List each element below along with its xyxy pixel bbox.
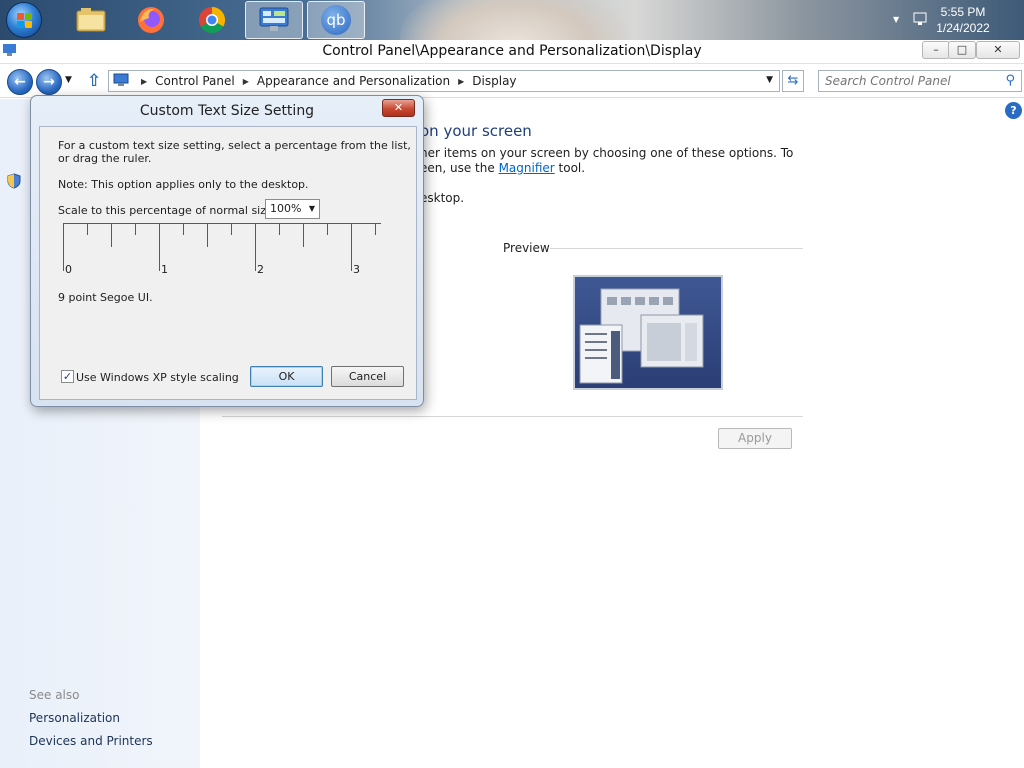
wallpaper-face — [400, 0, 630, 40]
back-button[interactable]: ← — [7, 69, 33, 95]
ruler-minor-tick — [135, 223, 136, 235]
close-button[interactable]: ✕ — [976, 41, 1020, 59]
taskbar: qb ▼ 5:55 PM 1/24/2022 — [0, 0, 1024, 40]
ruler-minor-tick — [207, 223, 208, 247]
ruler-minor-tick — [327, 223, 328, 235]
description-line-2-text: een, use the — [420, 161, 499, 175]
description-line-2: een, use the Magnifier tool. — [420, 161, 585, 175]
tray-expand-icon[interactable]: ▼ — [893, 15, 899, 24]
window-titlebar: Control Panel\Appearance and Personaliza… — [0, 40, 1024, 64]
preview-divider — [550, 248, 803, 249]
breadcrumb-arrow-icon[interactable]: ▶ — [458, 77, 464, 86]
ok-button[interactable]: OK — [250, 366, 323, 387]
help-icon[interactable]: ? — [1005, 102, 1022, 119]
ruler-minor-tick — [87, 223, 88, 235]
ruler-number-3: 3 — [353, 263, 360, 276]
xp-scaling-label[interactable]: Use Windows XP style scaling — [76, 371, 239, 384]
see-also-heading: See also — [29, 688, 80, 702]
breadcrumb-control-panel[interactable]: Control Panel — [155, 74, 235, 88]
ruler-number-1: 1 — [161, 263, 168, 276]
qbittorrent-icon: qb — [321, 5, 351, 35]
search-icon[interactable]: ⚲ — [1005, 73, 1015, 88]
refresh-button[interactable]: ⇆ — [782, 70, 804, 92]
qbittorrent-icon-label: qb — [326, 11, 346, 29]
navigation-bar: ← → ▼ ⇧ ▶ Control Panel ▶ Appearance and… — [0, 64, 1024, 98]
start-button[interactable] — [6, 2, 42, 38]
taskbar-firefox[interactable] — [122, 1, 180, 39]
address-dropdown-icon[interactable]: ▼ — [766, 75, 773, 85]
cancel-button[interactable]: Cancel — [331, 366, 404, 387]
address-bar[interactable]: ▶ Control Panel ▶ Appearance and Persona… — [108, 70, 780, 92]
checkmark-icon: ✓ — [62, 370, 73, 383]
xp-scaling-checkbox[interactable]: ✓ — [61, 370, 74, 383]
taskbar-file-explorer[interactable] — [62, 1, 120, 39]
page-heading: on your screen — [420, 122, 532, 140]
breadcrumb-display[interactable]: Display — [472, 74, 516, 88]
scale-ruler[interactable]: 0 1 2 3 — [63, 223, 383, 276]
network-icon[interactable] — [913, 12, 929, 29]
chrome-icon — [198, 6, 226, 34]
ruler-minor-tick — [183, 223, 184, 235]
dialog-close-button[interactable]: ✕ — [382, 99, 415, 117]
recent-pages-chevron-icon[interactable]: ▼ — [65, 75, 72, 85]
apply-button[interactable]: Apply — [718, 428, 792, 449]
font-size-info: 9 point Segoe UI. — [58, 291, 153, 304]
breadcrumb-appearance[interactable]: Appearance and Personalization — [257, 74, 450, 88]
restore-button[interactable]: □ — [948, 41, 976, 59]
folder-icon — [76, 8, 106, 32]
ruler-minor-tick — [279, 223, 280, 235]
ruler-major-tick — [351, 223, 352, 271]
dialog-body: For a custom text size setting, select a… — [39, 126, 417, 400]
minimize-button[interactable]: – — [922, 41, 950, 59]
ruler-number-2: 2 — [257, 263, 264, 276]
up-arrow-icon[interactable]: ⇧ — [87, 71, 101, 91]
desktop-note: Note: This option applies only to the de… — [58, 178, 309, 191]
scale-label: Scale to this percentage of normal size: — [58, 204, 277, 217]
ruler-minor-tick — [375, 223, 376, 235]
dialog-title: Custom Text Size Setting — [139, 103, 315, 119]
ruler-major-tick — [255, 223, 256, 271]
ruler-minor-tick — [111, 223, 112, 247]
custom-text-size-dialog: Custom Text Size Setting ✕ For a custom … — [30, 95, 424, 407]
ruler-minor-tick — [231, 223, 232, 235]
ruler-major-tick — [63, 223, 64, 271]
taskbar-control-panel[interactable] — [245, 1, 303, 39]
instruction-line-2: or drag the ruler. — [58, 152, 152, 165]
firefox-icon — [138, 7, 164, 33]
address-computer-icon — [113, 73, 129, 90]
clock-time: 5:55 PM — [940, 5, 986, 19]
personalization-link[interactable]: Personalization — [29, 711, 120, 725]
breadcrumb-arrow-icon[interactable]: ▶ — [141, 77, 147, 86]
description-line-2-end: tool. — [554, 161, 586, 175]
magnifier-link[interactable]: Magnifier — [499, 161, 555, 175]
ruler-minor-tick — [303, 223, 304, 247]
search-box[interactable]: ⚲ — [818, 70, 1022, 92]
ruler-major-tick — [159, 223, 160, 271]
windows-logo-icon — [17, 13, 33, 29]
devices-printers-link[interactable]: Devices and Printers — [29, 734, 153, 748]
shield-icon — [7, 173, 21, 192]
preview-thumbnail-icon — [579, 288, 704, 384]
instruction-line-1: For a custom text size setting, select a… — [58, 139, 411, 152]
description-line-3: esktop. — [420, 191, 465, 205]
taskbar-chrome[interactable] — [183, 1, 241, 39]
search-input[interactable] — [819, 71, 995, 91]
forward-button[interactable]: → — [36, 69, 62, 95]
content-divider — [222, 416, 803, 417]
breadcrumb-arrow-icon[interactable]: ▶ — [243, 77, 249, 86]
taskbar-qbittorrent[interactable]: qb — [307, 1, 365, 39]
tray-clock[interactable]: 5:55 PM 1/24/2022 — [928, 4, 998, 36]
window-title: Control Panel\Appearance and Personaliza… — [322, 43, 702, 59]
preview-image — [573, 275, 723, 390]
dropdown-arrow-icon: ▼ — [308, 204, 315, 213]
scale-percentage-select[interactable]: 100% ▼ — [265, 199, 320, 219]
description-line-1: her items on your screen by choosing one… — [420, 146, 794, 160]
clock-date: 1/24/2022 — [936, 21, 990, 35]
ruler-number-0: 0 — [65, 263, 72, 276]
control-panel-icon — [259, 7, 289, 31]
scale-percentage-value: 100% — [270, 202, 302, 215]
preview-label: Preview — [503, 241, 550, 255]
